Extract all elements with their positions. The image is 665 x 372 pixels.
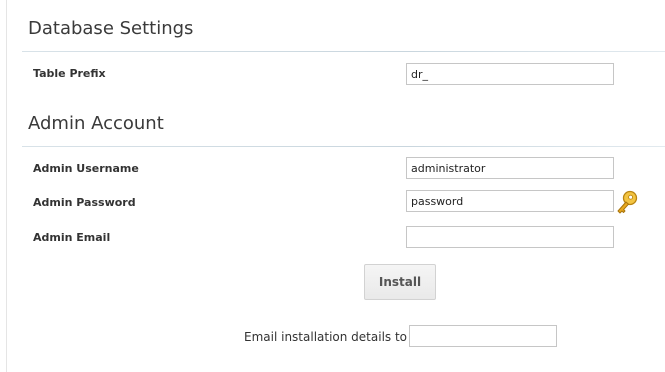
table-prefix-label: Table Prefix [33, 67, 106, 80]
admin-username-label: Admin Username [33, 162, 139, 175]
database-settings-heading: Database Settings [28, 18, 194, 39]
key-icon-graphic [617, 190, 638, 214]
key-icon[interactable] [615, 190, 639, 216]
table-prefix-input[interactable] [406, 63, 614, 85]
email-details-input[interactable] [409, 325, 557, 347]
admin-username-input[interactable] [406, 157, 614, 179]
admin-account-heading: Admin Account [28, 113, 164, 134]
page-left-border [6, 0, 7, 372]
email-details-label: Email installation details to : [244, 330, 415, 344]
database-settings-divider [22, 51, 665, 52]
install-button[interactable]: Install [364, 264, 436, 300]
admin-email-label: Admin Email [33, 231, 111, 244]
admin-password-label: Admin Password [33, 196, 136, 209]
admin-password-input[interactable] [406, 190, 614, 212]
admin-account-divider [22, 146, 665, 147]
admin-email-input[interactable] [406, 226, 614, 248]
